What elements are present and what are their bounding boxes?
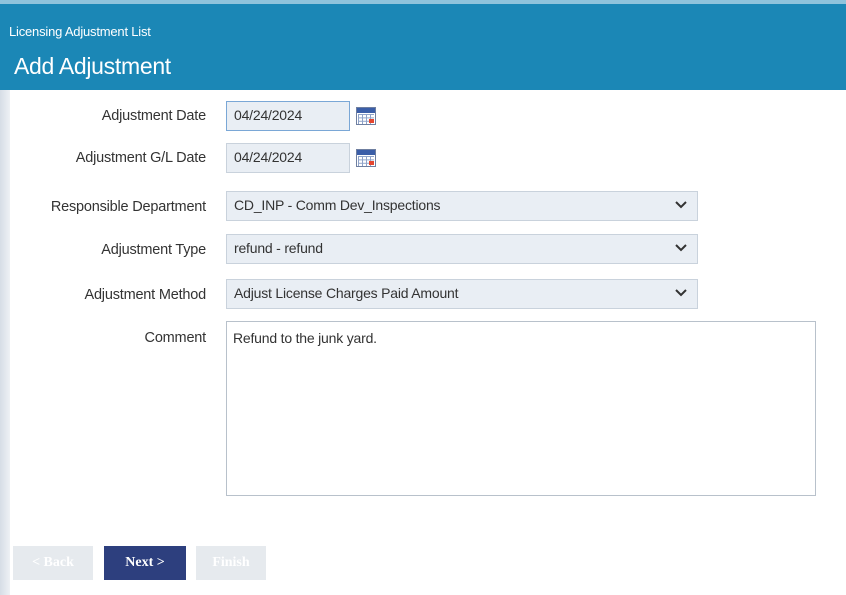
back-button[interactable]: < Back [13, 546, 93, 580]
gl-date-input[interactable]: 04/24/2024 [226, 143, 350, 173]
page-title: Add Adjustment [14, 53, 171, 79]
adjustment-method-value: Adjust License Charges Paid Amount [234, 285, 459, 301]
adjustment-type-value: refund - refund [234, 240, 323, 256]
finish-button[interactable]: Finish [196, 546, 266, 580]
calendar-icon[interactable] [356, 107, 376, 125]
chevron-down-icon [675, 238, 687, 261]
adjustment-type-label: Adjustment Type [101, 242, 206, 258]
department-select[interactable]: CD_INP - Comm Dev_Inspections [226, 191, 698, 221]
next-button[interactable]: Next > [104, 546, 186, 580]
gl-date-label: Adjustment G/L Date [75, 150, 206, 166]
breadcrumb[interactable]: Licensing Adjustment List [9, 24, 151, 39]
adjustment-date-input[interactable]: 04/24/2024 [226, 101, 350, 131]
adjustment-type-select[interactable]: refund - refund [226, 234, 698, 264]
calendar-icon[interactable] [356, 149, 376, 167]
comment-textarea[interactable]: Refund to the junk yard. [226, 321, 816, 496]
chevron-down-icon [675, 195, 687, 218]
department-label: Responsible Department [50, 199, 206, 215]
chevron-down-icon [675, 283, 687, 306]
page-edge [0, 90, 10, 595]
page-header: Licensing Adjustment List Add Adjustment [0, 0, 846, 90]
department-value: CD_INP - Comm Dev_Inspections [234, 197, 441, 213]
adjustment-method-select[interactable]: Adjust License Charges Paid Amount [226, 279, 698, 309]
adjustment-date-label: Adjustment Date [101, 108, 206, 124]
comment-label: Comment [144, 330, 207, 346]
adjustment-method-label: Adjustment Method [84, 287, 206, 303]
